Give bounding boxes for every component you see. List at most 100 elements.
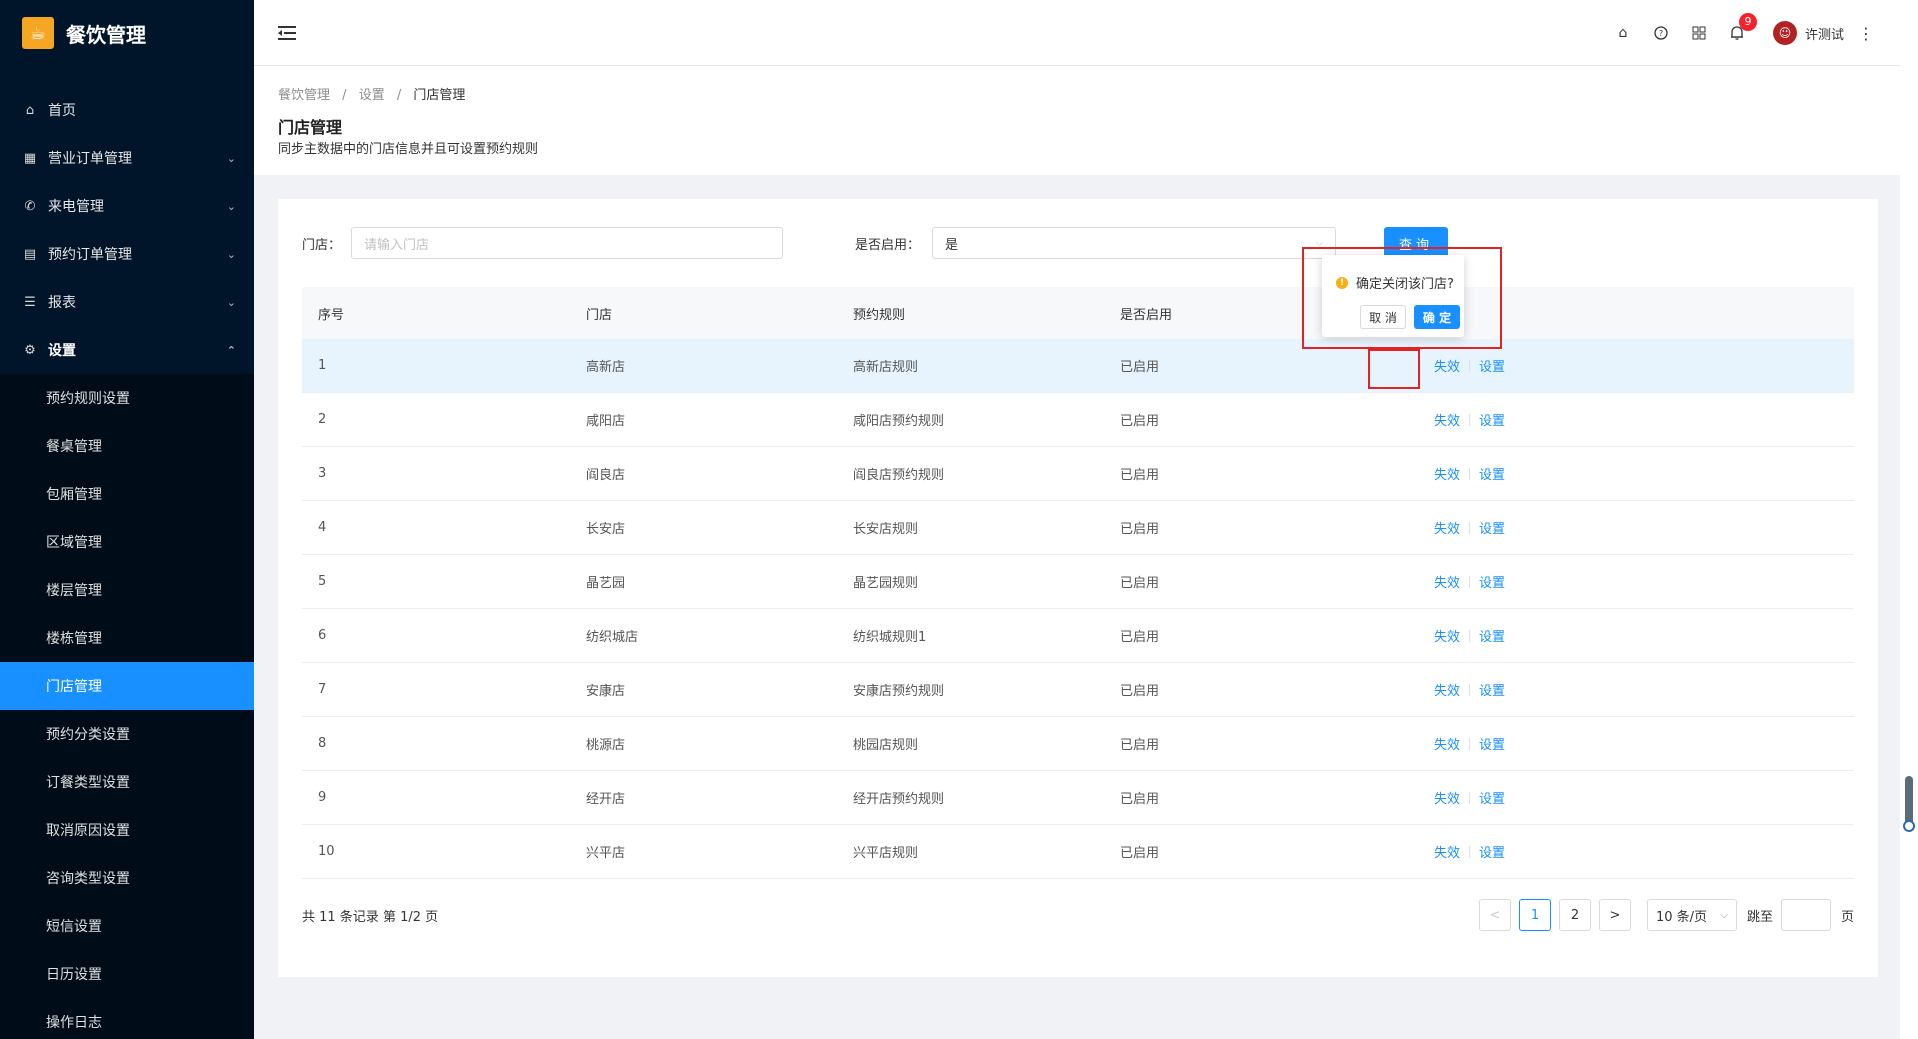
table-cell: 咸阳店 bbox=[586, 414, 626, 429]
setting-link[interactable]: 设置 bbox=[1479, 788, 1505, 807]
more-vertical-icon[interactable]: ⋮ bbox=[1858, 24, 1874, 43]
table-cell: 已启用 bbox=[1120, 576, 1160, 591]
setting-link[interactable]: 设置 bbox=[1479, 356, 1505, 375]
disable-link[interactable]: 失效 bbox=[1434, 734, 1460, 753]
setting-link[interactable]: 设置 bbox=[1479, 464, 1505, 483]
table-header: 序号 门店 预约规则 是否启用 bbox=[302, 287, 1854, 339]
chevron-down-icon: ⌄ bbox=[226, 295, 236, 309]
disable-link[interactable]: 失效 bbox=[1434, 464, 1460, 483]
setting-link[interactable]: 设置 bbox=[1479, 680, 1505, 699]
page-button[interactable]: 2 bbox=[1558, 899, 1591, 931]
submenu-item[interactable]: 短信设置 bbox=[0, 902, 254, 950]
menu-item-home[interactable]: ⌂ 首页 bbox=[0, 86, 254, 134]
action-divider bbox=[1469, 359, 1471, 372]
table-cell: 桃园店规则 bbox=[853, 738, 919, 753]
menu-label: 来电管理 bbox=[48, 199, 104, 215]
setting-link[interactable]: 设置 bbox=[1479, 410, 1505, 429]
submenu-item[interactable]: 包厢管理 bbox=[0, 470, 254, 518]
setting-link[interactable]: 设置 bbox=[1479, 572, 1505, 591]
disable-link[interactable]: 失效 bbox=[1434, 680, 1460, 699]
table-cell: 兴平店 bbox=[586, 846, 626, 861]
page-unit: 页 bbox=[1840, 909, 1854, 925]
action-divider bbox=[1469, 791, 1471, 804]
submenu-item[interactable]: 楼层管理 bbox=[0, 566, 254, 614]
table-row: 5 晶艺园 晶艺园规则 已启用 失效 设置 bbox=[302, 555, 1854, 609]
submenu-item[interactable]: 日历设置 bbox=[0, 950, 254, 998]
submenu-item[interactable]: 咨询类型设置 bbox=[0, 854, 254, 902]
submenu-item[interactable]: 预约分类设置 bbox=[0, 710, 254, 758]
row-actions: 失效 设置 bbox=[1434, 464, 1505, 483]
menu-fold-icon[interactable] bbox=[278, 25, 298, 41]
logo: ☕ 餐饮管理 bbox=[0, 0, 254, 66]
column-header: 序号 bbox=[318, 307, 345, 323]
submenu-item[interactable]: 餐桌管理 bbox=[0, 422, 254, 470]
table-row: 2 咸阳店 咸阳店预约规则 已启用 失效 设置 bbox=[302, 393, 1854, 447]
menu-item-reservation-orders[interactable]: ▤ 预约订单管理 ⌄ bbox=[0, 230, 254, 278]
chevron-down-icon: ⌄ bbox=[226, 247, 236, 261]
row-actions: 失效 设置 bbox=[1434, 626, 1505, 645]
table-cell: 晶艺园 bbox=[586, 576, 626, 591]
table-cell: 已启用 bbox=[1120, 792, 1160, 807]
page-button[interactable]: 1 bbox=[1518, 899, 1551, 931]
table-cell: 5 bbox=[318, 574, 327, 589]
user-name[interactable]: 许测试 bbox=[1805, 24, 1844, 43]
grid-icon[interactable] bbox=[1691, 25, 1707, 41]
breadcrumb-item[interactable]: 餐饮管理 bbox=[278, 88, 330, 103]
submenu-item[interactable]: 楼栋管理 bbox=[0, 614, 254, 662]
jump-input[interactable] bbox=[1780, 899, 1831, 931]
table-cell: 纺织城店 bbox=[586, 630, 639, 645]
setting-link[interactable]: 设置 bbox=[1479, 518, 1505, 537]
submenu-item[interactable]: 区域管理 bbox=[0, 518, 254, 566]
disable-link[interactable]: 失效 bbox=[1434, 572, 1460, 591]
menu-item-reports[interactable]: ☰ 报表 ⌄ bbox=[0, 278, 254, 326]
submenu-item[interactable]: 取消原因设置 bbox=[0, 806, 254, 854]
submenu-item[interactable]: 订餐类型设置 bbox=[0, 758, 254, 806]
action-divider bbox=[1469, 845, 1471, 858]
disable-link[interactable]: 失效 bbox=[1434, 518, 1460, 537]
column-header: 预约规则 bbox=[853, 307, 906, 323]
disable-link[interactable]: 失效 bbox=[1434, 410, 1460, 429]
scrollbar-handle[interactable] bbox=[1903, 820, 1915, 832]
page-title: 门店管理 bbox=[278, 118, 343, 137]
disable-link[interactable]: 失效 bbox=[1434, 356, 1460, 375]
settings-submenu: 预约规则设置 餐桌管理 包厢管理 区域管理 楼层管理 楼栋管理 门店管理 预约分… bbox=[0, 374, 254, 1039]
page-size-select[interactable]: 10 条/页 ⌵ bbox=[1646, 899, 1737, 931]
breadcrumb-item[interactable]: 设置 bbox=[359, 88, 385, 103]
setting-link[interactable]: 设置 bbox=[1479, 734, 1505, 753]
next-page-button[interactable]: > bbox=[1598, 899, 1631, 931]
breadcrumb-current: 门店管理 bbox=[413, 88, 466, 103]
action-divider bbox=[1469, 683, 1471, 696]
setting-link[interactable]: 设置 bbox=[1479, 626, 1505, 645]
enabled-select[interactable]: 是 ⌵ bbox=[932, 227, 1336, 259]
submenu-item-active[interactable]: 门店管理 bbox=[0, 662, 254, 710]
submenu-item[interactable]: 操作日志 bbox=[0, 998, 254, 1039]
enabled-select-value: 是 bbox=[945, 237, 959, 253]
table-cell: 高新店规则 bbox=[853, 360, 919, 375]
disable-link[interactable]: 失效 bbox=[1434, 842, 1460, 861]
prev-page-button[interactable]: < bbox=[1478, 899, 1511, 931]
submenu-item[interactable]: 预约规则设置 bbox=[0, 374, 254, 422]
breadcrumb: 餐饮管理 / 设置 / 门店管理 bbox=[278, 84, 473, 103]
store-table: 序号 门店 预约规则 是否启用 1 高新店 高新店规则 已启用 失效 设置 2 咸阳店 咸阳店预… bbox=[302, 287, 1854, 879]
scrollbar[interactable] bbox=[1900, 0, 1918, 1039]
svg-text:?: ? bbox=[1659, 29, 1663, 38]
table-cell: 9 bbox=[318, 790, 327, 805]
disable-link[interactable]: 失效 bbox=[1434, 788, 1460, 807]
menu-item-business-orders[interactable]: ▦ 营业订单管理 ⌄ bbox=[0, 134, 254, 182]
top-header: ⌂ ? 9 ☺ 许测试 ⋮ bbox=[254, 0, 1900, 66]
filter-bar: 门店： 请输入门店 是否启用： 是 ⌵ 查询 bbox=[302, 227, 1852, 259]
menu-item-calls[interactable]: ✆ 来电管理 ⌄ bbox=[0, 182, 254, 230]
store-input[interactable]: 请输入门店 bbox=[351, 227, 783, 259]
table-cell: 10 bbox=[318, 844, 335, 859]
disable-link[interactable]: 失效 bbox=[1434, 626, 1460, 645]
setting-link[interactable]: 设置 bbox=[1479, 842, 1505, 861]
help-icon[interactable]: ? bbox=[1653, 25, 1669, 41]
avatar[interactable]: ☺ bbox=[1772, 21, 1797, 45]
menu-item-settings[interactable]: ⚙ 设置 ⌃ bbox=[0, 326, 254, 374]
bell-icon[interactable]: 9 bbox=[1729, 13, 1757, 41]
table-cell: 2 bbox=[318, 412, 327, 427]
highlight-box-popover bbox=[1302, 247, 1502, 349]
table-cell: 已启用 bbox=[1120, 630, 1160, 645]
table-cell: 安康店 bbox=[586, 684, 626, 699]
home-icon[interactable]: ⌂ bbox=[1615, 25, 1631, 41]
